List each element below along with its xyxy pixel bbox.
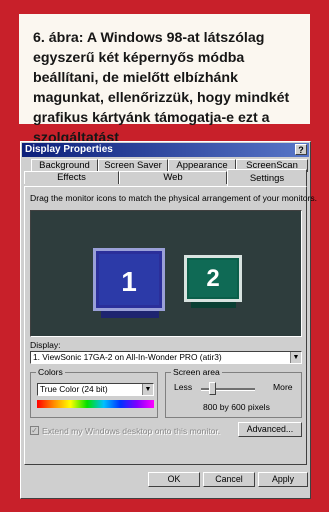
help-button[interactable]: ? [295,144,307,155]
monitor-1-icon[interactable]: 1 [93,248,165,311]
title-bar: Display Properties ? [22,143,309,157]
figure-caption: 6. ábra: A Windows 98-at látszólag egysz… [19,14,310,146]
settings-panel: Drag the monitor icons to match the phys… [24,186,317,465]
monitor-1-number: 1 [99,254,159,305]
screen-area-slider-thumb[interactable] [209,382,216,395]
screen-area-label: Screen area [171,367,222,377]
less-label: Less [174,382,193,392]
screen-area-group: Screen area Less More 800 by 600 pixels [165,367,302,418]
colors-label: Colors [36,367,65,377]
monitor-2-icon[interactable]: 2 [184,255,242,302]
colors-group: Colors True Color (24 bit) ▼ [30,367,158,418]
monitor-2-stand [191,302,236,308]
chevron-down-icon[interactable]: ▼ [142,384,153,395]
display-label: Display: [30,340,61,350]
apply-button[interactable]: Apply [258,472,308,487]
resolution-text: 800 by 600 pixels [203,402,270,412]
display-properties-dialog: Display Properties ? Background Screen S… [20,141,317,499]
window-title: Display Properties [25,144,113,155]
monitor-2-number: 2 [189,260,237,297]
colors-select[interactable]: True Color (24 bit) ▼ [37,383,154,396]
chevron-down-icon[interactable]: ▼ [290,352,301,363]
more-label: More [273,382,293,392]
tab-settings[interactable]: Settings [227,169,307,186]
ok-button[interactable]: OK [148,472,200,487]
tab-effects[interactable]: Effects [24,171,119,184]
extend-desktop-checkbox[interactable]: ✓ [30,426,39,435]
display-select[interactable]: 1. ViewSonic 17GA-2 on All-In-Wonder PRO… [30,351,302,364]
advanced-button[interactable]: Advanced... [238,422,302,437]
display-select-value: 1. ViewSonic 17GA-2 on All-In-Wonder PRO… [33,352,222,362]
instruction-text: Drag the monitor icons to match the phys… [30,193,318,203]
monitor-arrangement-area[interactable]: 1 2 [30,210,302,337]
color-spectrum-bar [37,400,154,408]
colors-select-value: True Color (24 bit) [40,384,108,394]
cancel-button[interactable]: Cancel [203,472,255,487]
tab-web[interactable]: Web [119,171,227,184]
extend-desktop-label: Extend my Windows desktop onto this moni… [42,426,221,436]
monitor-1-stand [101,311,159,318]
